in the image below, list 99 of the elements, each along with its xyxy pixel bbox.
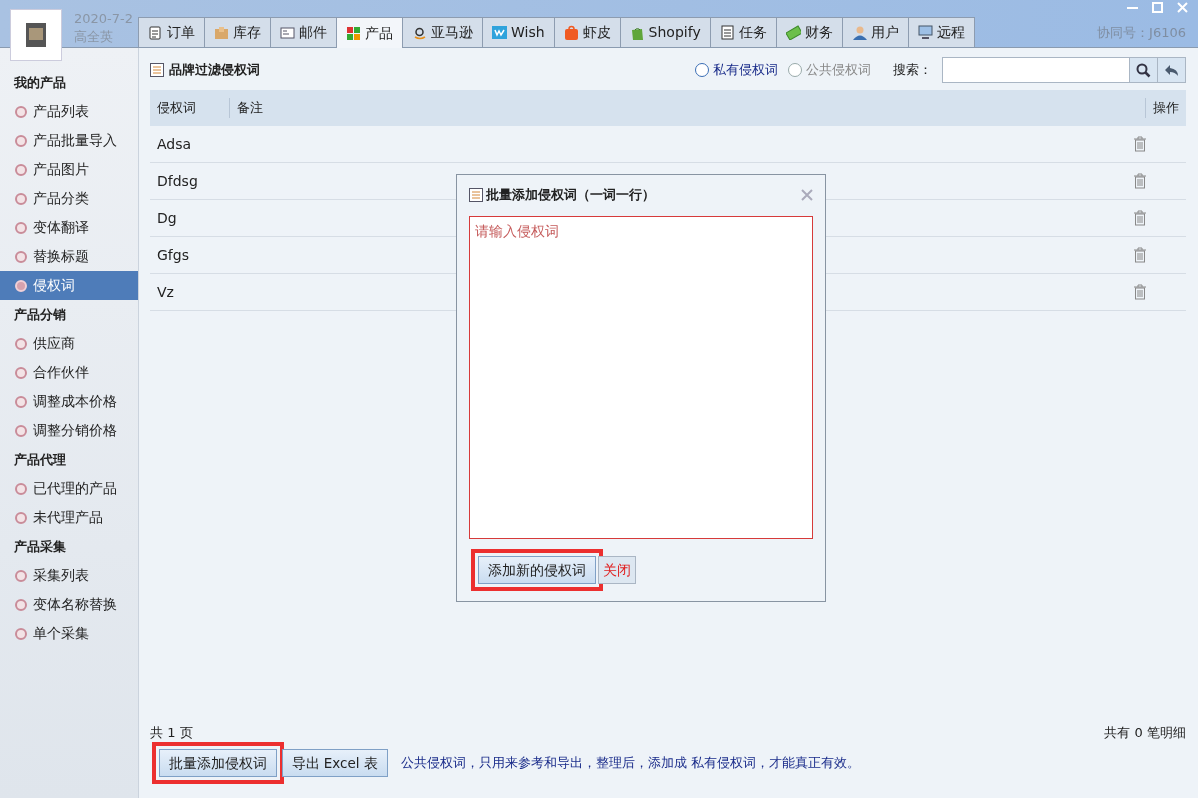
- sidebar-item[interactable]: 调整分销价格: [0, 416, 138, 445]
- sidebar-item[interactable]: 产品列表: [0, 97, 138, 126]
- column-header: 侵权词: [150, 98, 230, 118]
- record-count: 共有 0 笔明细: [1104, 723, 1186, 742]
- bullet-icon: [15, 192, 27, 205]
- table-cell-text: Dg: [156, 208, 178, 228]
- tab[interactable]: 邮件: [270, 17, 337, 47]
- bullet-icon: [15, 163, 27, 176]
- shopping-bag-icon: [563, 25, 579, 40]
- text-area[interactable]: 请输入侵权词: [469, 215, 813, 539]
- user-name: 高全英: [74, 27, 114, 46]
- sidebar-item[interactable]: 采集列表: [0, 561, 138, 590]
- search-label: 搜索：: [893, 61, 932, 80]
- search-icon: [1136, 62, 1151, 78]
- table-cell-text: Vz: [156, 282, 175, 302]
- bullet-icon: [15, 482, 27, 495]
- photo-placeholder: [26, 23, 46, 47]
- trash-icon[interactable]: [1133, 247, 1147, 263]
- bullet-icon: [15, 279, 27, 292]
- add-button[interactable]: 添加新的侵权词: [478, 555, 596, 584]
- undo-arrow-icon: [1164, 63, 1179, 77]
- tab[interactable]: 财务: [775, 17, 843, 47]
- bullet-icon: [15, 627, 27, 640]
- tab[interactable]: 库存: [204, 17, 271, 47]
- page-count: 共 1 页: [150, 723, 193, 742]
- banknote-icon: [785, 25, 801, 40]
- trash-icon[interactable]: [1133, 210, 1147, 226]
- bullet-icon: [15, 598, 27, 611]
- tab[interactable]: Shopify: [619, 17, 711, 47]
- tab[interactable]: 任务: [709, 17, 777, 47]
- close-icon[interactable]: [801, 188, 813, 201]
- letter-icon: [412, 25, 427, 40]
- dialog-title: 批量添加侵权词（一词一行）: [486, 186, 656, 204]
- bullet-icon: [15, 395, 27, 408]
- tab[interactable]: 亚马逊: [402, 17, 483, 47]
- panel-title: 品牌过滤侵权词: [169, 61, 260, 80]
- date-text: 2020-7-2: [74, 10, 134, 28]
- grid-icon: [346, 25, 361, 41]
- table-cell-text: Gfgs: [156, 245, 190, 265]
- tab[interactable]: 远程: [907, 17, 975, 47]
- bullet-icon: [15, 424, 27, 437]
- person-icon: [851, 25, 867, 40]
- maximize-icon: [1152, 2, 1163, 13]
- sidebar-item[interactable]: 已代理的产品: [0, 474, 138, 503]
- sidebar-item[interactable]: 替换标题: [0, 242, 138, 271]
- bullet-icon: [15, 250, 27, 263]
- envelope-icon: [280, 25, 295, 40]
- box-icon: [214, 25, 229, 40]
- list-icon: [469, 187, 483, 202]
- notepad-icon: [719, 25, 735, 40]
- sidebar-item[interactable]: 产品分类: [0, 184, 138, 213]
- bullet-icon: [15, 134, 27, 147]
- trash-icon[interactable]: [1133, 136, 1147, 152]
- sidebar-item[interactable]: 未代理产品: [0, 503, 138, 532]
- sidebar-item[interactable]: 供应商: [0, 329, 138, 358]
- sidebar-item[interactable]: 合作伙伴: [0, 358, 138, 387]
- bullet-icon: [15, 366, 27, 379]
- sidebar-item[interactable]: 变体名称替换: [0, 590, 138, 619]
- bullet-icon: [15, 337, 27, 350]
- search-button[interactable]: [1129, 58, 1157, 82]
- column-header: 备注: [236, 99, 264, 118]
- sidebar-heading: 我的产品: [13, 74, 67, 92]
- tab[interactable]: 订单: [138, 17, 205, 47]
- bullet-icon: [15, 105, 27, 118]
- tab[interactable]: 虾皮: [553, 17, 621, 47]
- sidebar-heading: 产品采集: [13, 538, 67, 556]
- column-header: 操作: [1145, 98, 1186, 118]
- table-cell-text: Dfdsg: [156, 171, 199, 191]
- bullet-icon: [15, 511, 27, 524]
- note-text: 公共侵权词，只用来参考和导出，整理后，添加成 私有侵权词，才能真正有效。: [401, 754, 861, 773]
- sidebar-item[interactable]: 单个采集: [0, 619, 138, 648]
- bullet-icon: [15, 221, 27, 234]
- sidebar-heading: 产品分销: [13, 306, 67, 324]
- clipboard-icon: [148, 25, 163, 40]
- search-field[interactable]: [942, 57, 1186, 83]
- trash-icon[interactable]: [1133, 284, 1147, 300]
- action-button[interactable]: 导出 Excel 表: [281, 748, 388, 778]
- shopping-bag-icon: [629, 25, 645, 40]
- tab[interactable]: 产品: [336, 17, 403, 48]
- sidebar-heading: 产品代理: [13, 451, 67, 469]
- contract-number: 协同号：J6106: [1097, 23, 1186, 42]
- tab[interactable]: Wish: [482, 17, 555, 47]
- trash-icon[interactable]: [1133, 173, 1147, 189]
- tab[interactable]: 用户: [841, 17, 909, 47]
- monitor-icon: [917, 25, 933, 40]
- bullet-icon: [15, 569, 27, 582]
- sidebar-item[interactable]: 调整成本价格: [0, 387, 138, 416]
- sidebar-item[interactable]: 产品批量导入: [0, 126, 138, 155]
- close-button[interactable]: 关闭: [598, 555, 636, 584]
- back-button[interactable]: [1157, 58, 1185, 82]
- action-button[interactable]: 批量添加侵权词: [159, 748, 277, 778]
- logo-icon: [492, 25, 507, 40]
- close-icon: [1177, 2, 1188, 13]
- sidebar-item[interactable]: 产品图片: [0, 155, 138, 184]
- radio-option[interactable]: 私有侵权词: [695, 60, 778, 80]
- list-icon: [150, 63, 164, 77]
- table-cell-text: Adsa: [156, 134, 193, 154]
- sidebar-item[interactable]: 侵权词: [0, 271, 138, 300]
- sidebar-item[interactable]: 变体翻译: [0, 213, 138, 242]
